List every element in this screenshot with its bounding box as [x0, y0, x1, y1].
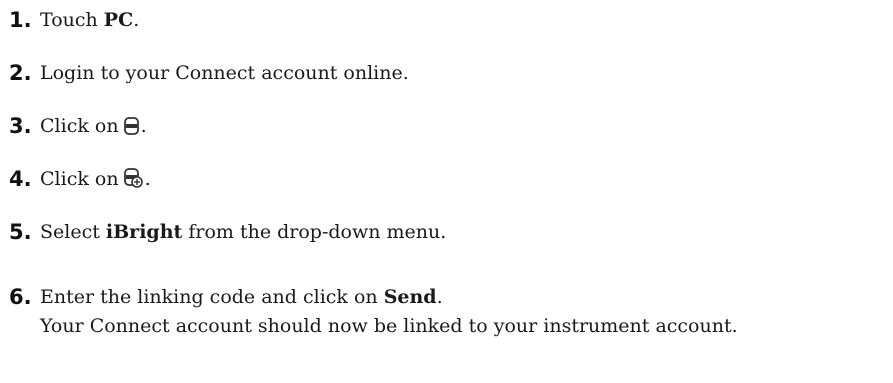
step-number: 3.	[9, 114, 32, 138]
send-term: Send	[383, 286, 437, 308]
step-text: Touch PC.	[40, 9, 140, 31]
step-number: 6.	[9, 285, 32, 309]
step-note: Your Connect account should now be linke…	[40, 315, 738, 337]
device-icon	[123, 117, 139, 135]
step-text: Click on.	[40, 115, 147, 137]
ibright-term: iBright	[105, 221, 183, 243]
step-number: 5.	[9, 220, 32, 244]
pc-term: PC	[103, 9, 134, 31]
step-text: Enter the linking code and click on Send…	[40, 286, 443, 308]
step-text: Click on.	[40, 168, 151, 190]
step-number: 1.	[9, 8, 32, 32]
step-number: 4.	[9, 167, 32, 191]
add-device-icon	[123, 168, 143, 188]
step-number: 2.	[9, 61, 32, 85]
step-text: Login to your Connect account online.	[40, 62, 409, 84]
step-text: Select iBright from the drop-down menu.	[40, 221, 447, 243]
